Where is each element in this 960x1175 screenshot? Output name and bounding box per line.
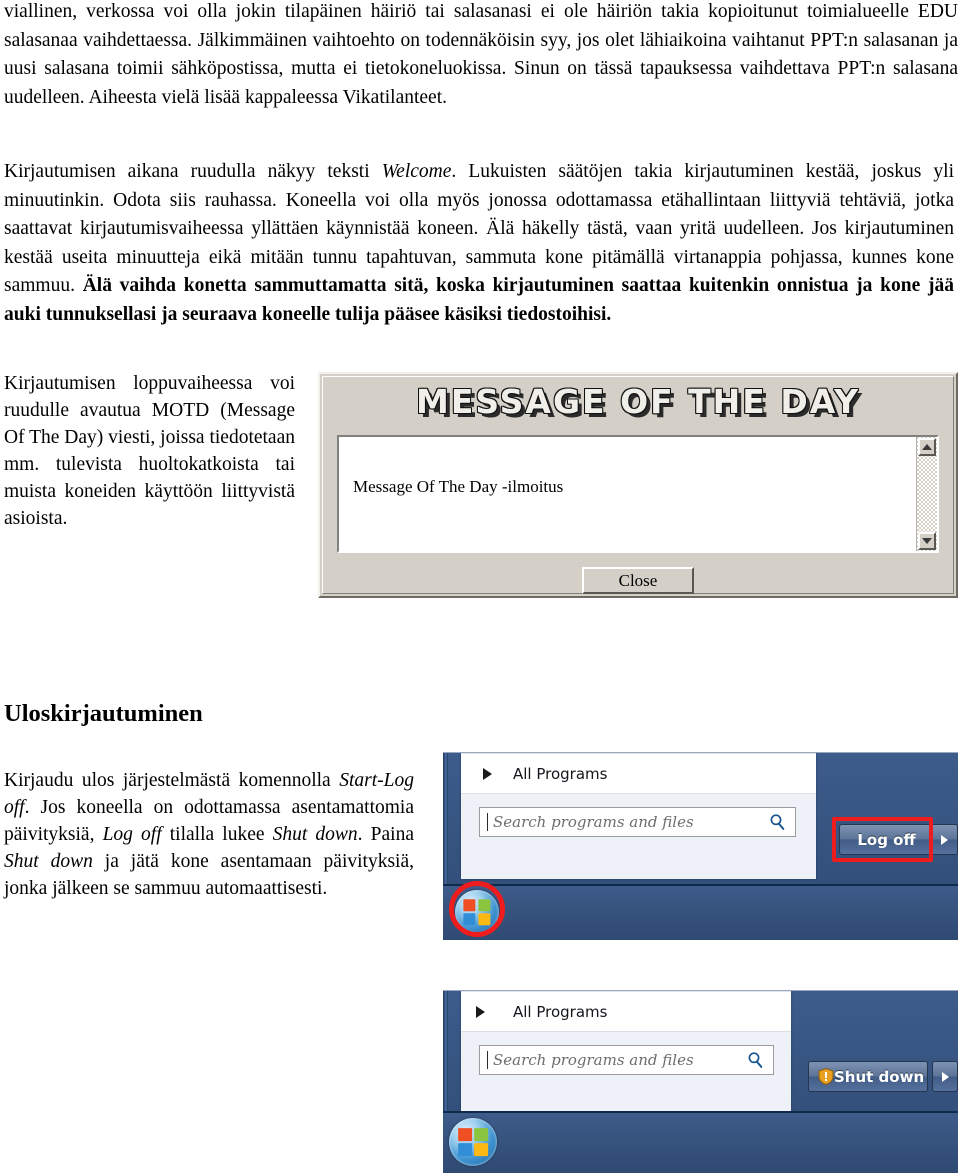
- motd-dialog-screenshot: MESSAGE OF THE DAY Message Of The Day -i…: [318, 372, 958, 598]
- chevron-right-icon: [941, 1071, 949, 1082]
- term-shut-down-1: Shut down: [272, 824, 358, 845]
- orb-quadrant-blue: [463, 913, 476, 925]
- windows-flag-glyph-2: [458, 1128, 488, 1156]
- text-caret: [487, 813, 488, 831]
- search-placeholder-logoff: Search programs and files: [493, 813, 694, 831]
- search-zone-shutdown: Search programs and files: [461, 1031, 791, 1117]
- uac-shield-icon: [818, 1068, 834, 1085]
- shut-down-button[interactable]: Shut down: [808, 1061, 928, 1092]
- orb-quadrant-yellow: [474, 1143, 488, 1156]
- motd-message-text: Message Of The Day -ilmoitus: [353, 477, 564, 496]
- paragraph-logout-instructions: Kirjaudu ulos järjestelmästä komennolla …: [4, 770, 414, 899]
- search-input-shutdown[interactable]: Search programs and files: [479, 1045, 774, 1075]
- orb-quadrant-yellow: [478, 913, 491, 925]
- motd-scrollbar[interactable]: [916, 437, 937, 551]
- all-programs-label-2: All Programs: [513, 1003, 608, 1021]
- warning-bold-text: Älä vaihda konetta sammuttamatta sitä, k…: [4, 275, 954, 325]
- paragraph-motd-description: Kirjautumisen loppuvaiheessa voi ruudull…: [4, 373, 295, 529]
- triangle-up-icon: [922, 444, 932, 450]
- term-shut-down-2: Shut down: [4, 851, 93, 872]
- windows-flag-glyph: [463, 899, 491, 925]
- paragraph-login-troubleshooting: viallinen, verkossa voi olla jokin tilap…: [4, 1, 958, 108]
- triangle-down-icon: [922, 538, 932, 544]
- shut-down-button-label: Shut down: [834, 1067, 925, 1086]
- paragraph-login-waiting: Kirjautumisen aikana ruudulla näkyy teks…: [4, 161, 954, 325]
- term-log-off: Log off: [102, 824, 162, 845]
- orb-quadrant-red: [463, 899, 476, 911]
- start-menu-screenshot-logoff: All Programs Search programs and files L…: [443, 752, 958, 940]
- chevron-right-icon: [940, 834, 948, 845]
- chevron-right-icon: [483, 768, 492, 780]
- scrollbar-up-button[interactable]: [918, 438, 936, 456]
- orb-quadrant-blue: [458, 1143, 472, 1156]
- all-programs-row-shutdown[interactable]: All Programs: [461, 991, 791, 1032]
- scrollbar-down-button[interactable]: [918, 532, 936, 550]
- orb-quadrant-green: [478, 899, 491, 911]
- chevron-right-icon: [476, 1006, 485, 1018]
- magnifier-icon: [748, 1052, 763, 1068]
- motd-close-button[interactable]: Close: [582, 567, 694, 594]
- term-start-logoff: Start-Log off: [4, 770, 414, 818]
- shut-down-more-options-button[interactable]: [932, 1061, 958, 1092]
- start-menu-left-panel-2: All Programs Search programs and files: [461, 991, 791, 1117]
- windows-orb-icon[interactable]: [449, 1118, 497, 1166]
- start-menu-screenshot-shutdown: All Programs Search programs and files S…: [443, 990, 958, 1173]
- text-caret-2: [487, 1051, 488, 1069]
- log-off-button[interactable]: Log off: [839, 824, 934, 855]
- motd-message-textarea[interactable]: Message Of The Day -ilmoitus: [337, 435, 939, 553]
- term-welcome: Welcome: [381, 161, 452, 182]
- magnifier-icon: [770, 814, 785, 830]
- orb-quadrant-red: [458, 1128, 472, 1141]
- search-input-logoff[interactable]: Search programs and files: [479, 807, 796, 837]
- log-off-more-options-button[interactable]: [930, 824, 958, 855]
- orb-quadrant-green: [474, 1128, 488, 1141]
- section-heading-logout: Uloskirjautuminen: [4, 700, 203, 727]
- search-zone-logoff: Search programs and files: [461, 793, 816, 879]
- motd-title: MESSAGE OF THE DAY: [415, 382, 860, 421]
- windows-orb-icon[interactable]: [455, 890, 499, 934]
- motd-dialog-inner-frame: MESSAGE OF THE DAY Message Of The Day -i…: [322, 376, 954, 594]
- all-programs-row-logoff[interactable]: All Programs: [461, 753, 816, 794]
- search-placeholder-shutdown: Search programs and files: [493, 1051, 694, 1069]
- log-off-button-label: Log off: [857, 830, 916, 849]
- taskbar-logoff: [443, 884, 958, 940]
- all-programs-label: All Programs: [513, 765, 608, 783]
- start-menu-left-panel: All Programs Search programs and files: [461, 753, 816, 879]
- taskbar-shutdown: [443, 1111, 958, 1173]
